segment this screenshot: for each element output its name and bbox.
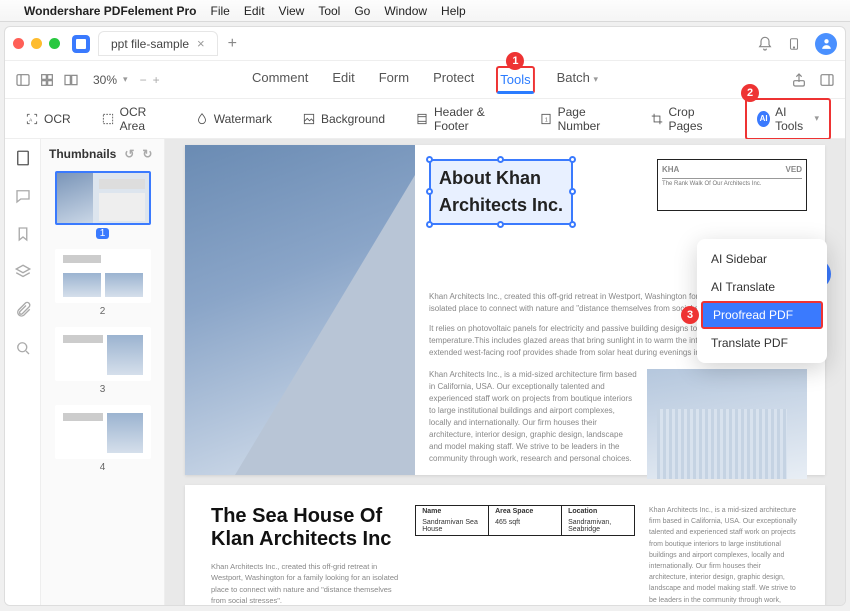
tab-title: ppt file-sample (111, 37, 189, 51)
main-toolbar: 30% ▾ − + Comment Edit Form Protect Tool… (5, 61, 845, 99)
layers-icon[interactable] (14, 263, 32, 281)
rotate-right-icon[interactable]: ↻ (142, 147, 152, 161)
callout-2: 2 (741, 84, 759, 102)
bell-icon[interactable] (757, 36, 773, 52)
thumbnail-page-2[interactable]: 2 (49, 249, 156, 317)
gear-icon[interactable] (819, 72, 835, 88)
ai-tools-dropdown: AI Sidebar AI Translate Proofread PDF 3 … (697, 239, 827, 363)
info-table: NameArea SpaceLocation Sandramivan Sea H… (415, 505, 635, 536)
tab-close-icon[interactable]: × (197, 36, 205, 51)
hero-image (185, 145, 415, 475)
tools-toolbar: AOCR OCR Area Watermark Background Heade… (5, 99, 845, 139)
ai-icon: AI (757, 111, 770, 127)
menu-help[interactable]: Help (441, 4, 466, 18)
thumbnail-page-3[interactable]: 3 (49, 327, 156, 395)
document-tab[interactable]: ppt file-sample × (98, 31, 218, 56)
document-canvas[interactable]: About KhanArchitects Inc. KHAVED The Ran… (165, 139, 845, 605)
left-rail (5, 139, 41, 605)
svg-text:A: A (29, 117, 33, 122)
mobile-icon[interactable] (787, 35, 801, 53)
main-tabs: Comment Edit Form Protect Tools 1 Batch … (250, 66, 600, 94)
thumbnail-page-4[interactable]: 4 (49, 405, 156, 473)
dropdown-ai-sidebar[interactable]: AI Sidebar (697, 245, 827, 273)
menu-window[interactable]: Window (384, 4, 427, 18)
new-tab-button[interactable]: + (228, 35, 237, 53)
p2-side-text: Khan Architects Inc., is a mid-sized arc… (649, 505, 799, 605)
watermark-button[interactable]: Watermark (189, 108, 278, 130)
menu-edit[interactable]: Edit (244, 4, 265, 18)
app-logo-icon (72, 35, 90, 53)
page-2: The Sea House OfKlan Architects Inc Khan… (185, 485, 825, 605)
zoom-out-button[interactable]: − (140, 73, 147, 87)
p2-para1: Khan Architects Inc., created this off-g… (211, 561, 401, 605)
chevron-down-icon: ▾ (123, 74, 128, 85)
crop-pages-button[interactable]: Crop Pages (644, 101, 728, 137)
ocr-area-button[interactable]: OCR Area (95, 101, 171, 137)
tab-edit[interactable]: Edit (330, 66, 356, 94)
tab-tools[interactable]: Tools 1 (496, 66, 534, 94)
close-button[interactable] (13, 38, 24, 49)
dropdown-proofread-pdf[interactable]: Proofread PDF 3 (701, 301, 823, 329)
content-area: Thumbnails ↺ ↻ 1 2 3 4 (5, 139, 845, 605)
thumbnails-icon[interactable] (14, 149, 32, 167)
dropdown-translate-pdf[interactable]: Translate PDF (697, 329, 827, 357)
app-name[interactable]: Wondershare PDFelement Pro (24, 4, 197, 18)
menu-file[interactable]: File (211, 4, 230, 18)
zoom-value: 30% (93, 73, 117, 87)
app-window: ppt file-sample × + 30% ▾ − + Comment Ed… (4, 26, 846, 606)
grid-view-icon[interactable] (39, 72, 55, 88)
zoom-control[interactable]: 30% ▾ − + (93, 73, 160, 87)
svg-text:1: 1 (544, 117, 547, 123)
titlebar: ppt file-sample × + (5, 27, 845, 61)
tab-comment[interactable]: Comment (250, 66, 310, 94)
attachment-icon[interactable] (14, 301, 32, 319)
thumbnails-panel: Thumbnails ↺ ↻ 1 2 3 4 (41, 139, 165, 605)
mid-paragraph: Khan Architects Inc., is a mid-sized arc… (429, 369, 637, 465)
thumbnail-page-1[interactable]: 1 (49, 171, 156, 239)
window-controls (13, 38, 60, 49)
page2-title: The Sea House OfKlan Architects Inc (211, 505, 401, 551)
macos-menubar: Wondershare PDFelement Pro File Edit Vie… (0, 0, 850, 22)
menu-go[interactable]: Go (354, 4, 370, 18)
page-number-button[interactable]: 1Page Number (533, 101, 626, 137)
tab-form[interactable]: Form (377, 66, 411, 94)
dropdown-ai-translate[interactable]: AI Translate (697, 273, 827, 301)
corp-info-box: KHAVED The Rank Walk Of Our Architects I… (657, 159, 807, 211)
minimize-button[interactable] (31, 38, 42, 49)
comments-icon[interactable] (14, 187, 32, 205)
maximize-button[interactable] (49, 38, 60, 49)
rotate-left-icon[interactable]: ↺ (124, 147, 134, 161)
user-avatar[interactable] (815, 33, 837, 55)
two-page-icon[interactable] (63, 72, 79, 88)
zoom-in-button[interactable]: + (153, 73, 160, 87)
search-icon[interactable] (14, 339, 32, 357)
tab-protect[interactable]: Protect (431, 66, 476, 94)
callout-1: 1 (506, 52, 524, 70)
callout-3: 3 (681, 306, 699, 324)
background-button[interactable]: Background (296, 108, 391, 130)
tab-batch[interactable]: Batch ▾ (555, 66, 600, 94)
secondary-image (647, 369, 807, 479)
ai-tools-button[interactable]: AI AI Tools ▾ (751, 101, 825, 137)
menu-view[interactable]: View (279, 4, 305, 18)
bookmark-icon[interactable] (14, 225, 32, 243)
title-selection-box[interactable]: About KhanArchitects Inc. (429, 159, 573, 225)
thumbnails-title: Thumbnails (49, 147, 116, 161)
header-footer-button[interactable]: Header & Footer (409, 101, 515, 137)
share-icon[interactable] (791, 72, 807, 88)
menu-tool[interactable]: Tool (318, 4, 340, 18)
ocr-button[interactable]: AOCR (19, 108, 77, 130)
sidebar-toggle-icon[interactable] (15, 72, 31, 88)
